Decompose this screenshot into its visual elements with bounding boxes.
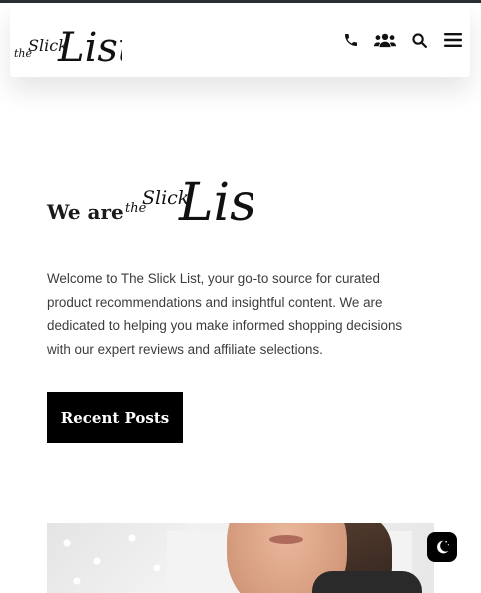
phone-icon[interactable] <box>334 23 368 57</box>
model-lips <box>269 535 303 544</box>
featured-image[interactable] <box>47 523 434 593</box>
intro-text: Welcome to The Slick List, your go-to so… <box>47 271 403 357</box>
menu-icon[interactable] <box>436 23 470 57</box>
model-clothing <box>312 571 422 593</box>
users-icon[interactable] <box>368 23 402 57</box>
hero-title: We are the Slick List <box>47 154 347 234</box>
fabric-texture <box>47 523 187 593</box>
hero-prefix: We are <box>47 200 124 224</box>
search-icon[interactable] <box>402 23 436 57</box>
site-logo[interactable]: the Slick List <box>12 11 135 71</box>
hero-logo: the Slick List <box>125 173 253 226</box>
recent-posts-button[interactable]: Recent Posts <box>47 392 183 443</box>
site-header: the Slick List <box>10 3 470 77</box>
header-actions <box>334 3 470 77</box>
hero-logo-list: List <box>178 173 253 226</box>
dark-mode-toggle[interactable] <box>427 532 457 562</box>
logo-list: List <box>57 25 122 67</box>
moon-stars-icon <box>437 540 449 554</box>
